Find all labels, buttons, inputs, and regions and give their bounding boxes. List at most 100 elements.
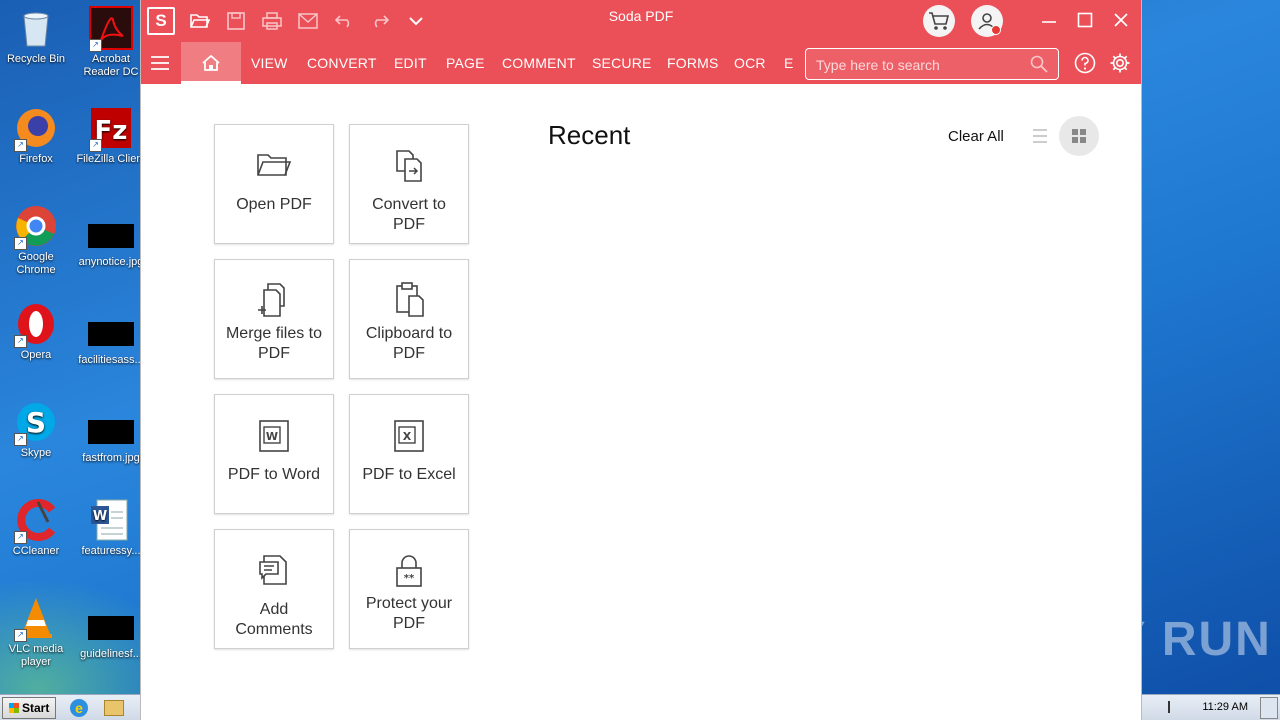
svg-text:X: X — [403, 430, 412, 443]
desktop-icon-label: featuressy... — [81, 545, 141, 557]
word-doc-icon: W — [89, 498, 133, 542]
svg-text:**: ** — [404, 573, 415, 584]
image-file-icon — [88, 322, 134, 346]
grid-view-button[interactable] — [1059, 116, 1099, 156]
tab-view[interactable]: VIEW — [251, 55, 288, 71]
desktop-icon-chrome[interactable]: ↗ Google Chrome — [1, 204, 71, 277]
desktop-icon-label: facilitiesass... — [78, 354, 144, 366]
desktop-icon-label: Google Chrome — [16, 251, 56, 276]
search-icon[interactable] — [1030, 55, 1048, 73]
desktop-icon-label: Acrobat Reader DC — [83, 53, 139, 78]
start-label: Start — [22, 701, 50, 715]
explorer-taskbar-icon[interactable] — [104, 700, 124, 716]
maximize-icon — [1077, 12, 1093, 28]
tile-clipboard-to-pdf[interactable]: Clipboard to PDF — [349, 259, 469, 379]
desktop-icon-ccleaner[interactable]: ↗ CCleaner — [1, 498, 71, 558]
desktop-icon-label: Opera — [20, 349, 52, 361]
tile-label: Protect your PDF — [365, 595, 453, 632]
recent-heading: Recent — [548, 120, 631, 150]
start-button[interactable]: Start — [2, 697, 56, 719]
show-desktop-button[interactable] — [1260, 697, 1278, 719]
ccleaner-icon: ↗ — [14, 498, 58, 544]
acrobat-icon: ↗ — [89, 6, 133, 52]
chrome-icon: ↗ — [14, 204, 58, 250]
search-input[interactable] — [814, 54, 1018, 76]
close-button[interactable] — [1107, 8, 1135, 32]
desktop-icon-vlc[interactable]: ↗ VLC media player — [1, 596, 71, 669]
help-icon[interactable] — [1074, 52, 1096, 74]
recycle-bin-icon — [14, 6, 58, 50]
tile-label: Clipboard to PDF — [365, 325, 453, 362]
desktop-icon-featuressy[interactable]: W featuressy... — [76, 498, 146, 558]
svg-text:W: W — [266, 430, 278, 443]
tile-label: Merge files to PDF — [225, 325, 323, 362]
list-view-icon — [1033, 129, 1047, 143]
tab-home[interactable] — [181, 42, 241, 84]
maximize-button[interactable] — [1071, 8, 1099, 32]
desktop-icon-opera[interactable]: ↗ Opera — [1, 302, 71, 362]
tab-page[interactable]: PAGE — [446, 55, 485, 71]
list-view-button[interactable] — [1029, 126, 1051, 146]
cart-icon — [929, 12, 950, 30]
soda-pdf-window: S Soda PDF VIEW CONVERT EDIT PAGE COMMEN… — [140, 0, 1142, 720]
home-icon — [202, 54, 220, 71]
desktop-icon-label: guidelinesf... — [80, 648, 142, 660]
comment-icon — [259, 555, 287, 585]
ribbon-tabs: VIEW CONVERT EDIT PAGE COMMENT SECURE FO… — [141, 42, 1141, 84]
desktop-icon-filezilla[interactable]: Fz ↗ FileZilla Client — [76, 106, 146, 166]
tile-label: PDF to Word — [227, 466, 321, 483]
close-icon — [1114, 13, 1128, 27]
tile-label: Open PDF — [236, 196, 312, 213]
tile-add-comments[interactable]: Add Comments — [214, 529, 334, 649]
desktop-icon-acrobat[interactable]: ↗ Acrobat Reader DC — [76, 6, 146, 79]
desktop-icon-anynotice[interactable]: anynotice.jpg — [76, 214, 146, 269]
word-icon: W — [259, 420, 289, 452]
desktop-icon-guidelines[interactable]: guidelinesf... — [76, 606, 146, 661]
desktop-icon-label: CCleaner — [12, 545, 60, 557]
convert-icon — [396, 150, 422, 182]
hamburger-menu-icon[interactable] — [149, 52, 171, 74]
tile-label: PDF to Excel — [362, 466, 456, 483]
grid-view-icon — [1072, 129, 1086, 143]
windows-logo-icon — [8, 703, 19, 713]
tab-ocr[interactable]: OCR — [734, 55, 766, 71]
settings-gear-icon[interactable] — [1109, 52, 1131, 74]
taskbar-clock[interactable]: 11:29 AM — [1202, 701, 1248, 713]
firefox-icon: ↗ — [14, 106, 58, 152]
tab-edit[interactable]: EDIT — [394, 55, 427, 71]
title-bar: S Soda PDF — [141, 0, 1141, 42]
tab-convert[interactable]: CONVERT — [307, 55, 377, 71]
notification-dot — [991, 25, 1001, 35]
svg-text:W: W — [93, 509, 107, 524]
desktop-icon-label: Firefox — [19, 153, 53, 165]
image-file-icon — [88, 420, 134, 444]
ie-taskbar-icon[interactable]: e — [70, 699, 88, 717]
tile-open-pdf[interactable]: Open PDF — [214, 124, 334, 244]
tile-pdf-to-word[interactable]: W PDF to Word — [214, 394, 334, 514]
clear-all-button[interactable]: Clear All — [948, 128, 1004, 145]
tray-flag-icon[interactable] — [1168, 701, 1180, 713]
tab-overflow[interactable]: E — [784, 55, 794, 71]
desktop-icon-skype[interactable]: S ↗ Skype — [1, 400, 71, 460]
image-file-icon — [88, 616, 134, 640]
tab-forms[interactable]: FORMS — [667, 55, 719, 71]
desktop-icon-label: Recycle Bin — [6, 53, 66, 65]
tile-protect-pdf[interactable]: ** Protect your PDF — [349, 529, 469, 649]
tile-pdf-to-excel[interactable]: X PDF to Excel — [349, 394, 469, 514]
tile-label: Convert to PDF — [372, 196, 446, 233]
cart-button[interactable] — [923, 5, 955, 37]
desktop-icon-facilities[interactable]: facilitiesass... — [76, 312, 146, 367]
desktop-icon-firefox[interactable]: ↗ Firefox — [1, 106, 71, 166]
tile-merge-files[interactable]: Merge files to PDF — [214, 259, 334, 379]
tab-secure[interactable]: SECURE — [592, 55, 652, 71]
tile-convert-to-pdf[interactable]: Convert to PDF — [349, 124, 469, 244]
desktop-icon-label: VLC media player — [8, 643, 64, 668]
clipboard-icon — [396, 282, 424, 317]
skype-icon: S ↗ — [14, 400, 58, 446]
desktop-icon-recycle-bin[interactable]: Recycle Bin — [1, 6, 71, 66]
minimize-button[interactable] — [1035, 8, 1063, 32]
tab-comment[interactable]: COMMENT — [502, 55, 576, 71]
account-button[interactable] — [971, 5, 1003, 37]
desktop-icon-fastfrom[interactable]: fastfrom.jpg — [76, 410, 146, 465]
desktop-icon-label: Skype — [20, 447, 52, 459]
